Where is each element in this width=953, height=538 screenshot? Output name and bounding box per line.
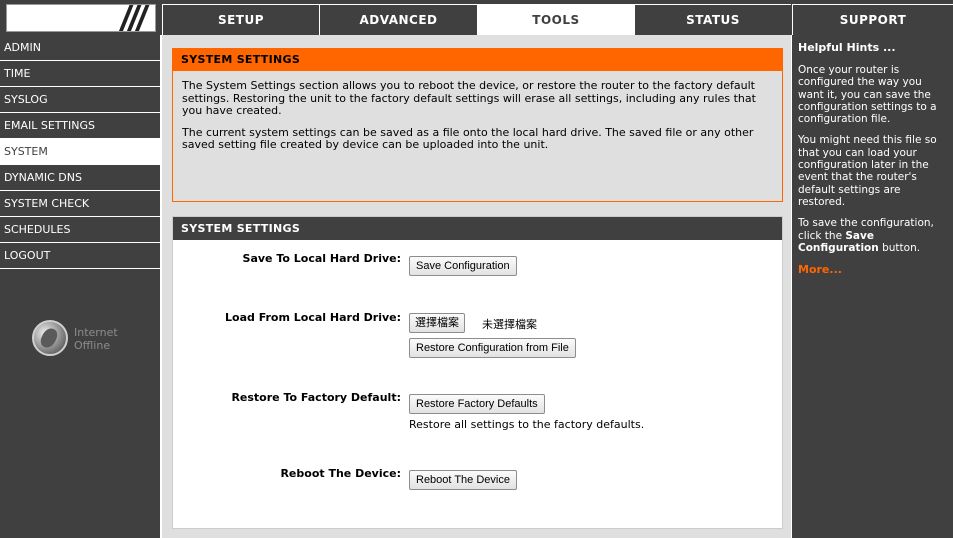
- helpful-hints-panel: Helpful Hints ... Once your router is co…: [792, 35, 953, 538]
- restore-configuration-from-file-button[interactable]: Restore Configuration from File: [409, 338, 576, 358]
- hint-save-config: Once your router is configured the way y…: [798, 64, 937, 126]
- tab-setup[interactable]: SETUP: [162, 4, 319, 35]
- sidebar-item-logout[interactable]: LOGOUT: [0, 243, 160, 269]
- sidebar-item-time[interactable]: TIME: [0, 61, 160, 87]
- globe-icon: [32, 320, 68, 356]
- internet-status-text: Internet Offline: [74, 326, 118, 352]
- settings-panel: SYSTEM SETTINGS Save To Local Hard Drive…: [172, 216, 783, 529]
- reboot-device-button[interactable]: Reboot The Device: [409, 470, 517, 490]
- restore-factory-default-label: Restore To Factory Default:: [231, 391, 401, 404]
- info-panel: SYSTEM SETTINGS The System Settings sect…: [172, 48, 783, 202]
- helpful-hints-title: Helpful Hints ...: [798, 41, 896, 54]
- tab-status[interactable]: STATUS: [634, 4, 791, 35]
- tab-support[interactable]: SUPPORT: [792, 4, 953, 35]
- tab-advanced[interactable]: ADVANCED: [319, 4, 477, 35]
- info-paragraph-save-load: The current system settings can be saved…: [182, 125, 754, 151]
- sidebar: ADMIN TIME SYSLOG EMAIL SETTINGS SYSTEM …: [0, 35, 161, 538]
- save-to-local-label: Save To Local Hard Drive:: [242, 252, 401, 265]
- sidebar-item-system-check[interactable]: SYSTEM CHECK: [0, 191, 160, 217]
- settings-panel-title: SYSTEM SETTINGS: [173, 217, 782, 240]
- tab-tools[interactable]: TOOLS: [477, 4, 634, 35]
- hint-how-to-save: To save the configuration, click the Sav…: [798, 217, 948, 254]
- hint-how-to-save-suffix: button.: [882, 241, 921, 254]
- sidebar-item-dynamic-dns[interactable]: DYNAMIC DNS: [0, 165, 160, 191]
- load-from-local-label: Load From Local Hard Drive:: [225, 311, 401, 324]
- choose-file-button[interactable]: 選擇檔案: [409, 313, 465, 333]
- info-paragraph-reboot-restore: The System Settings section allows you t…: [182, 79, 756, 117]
- brand-logo: [6, 4, 156, 32]
- sidebar-item-admin[interactable]: ADMIN: [0, 35, 160, 61]
- restore-factory-note: Restore all settings to the factory defa…: [409, 418, 645, 431]
- no-file-chosen-text: 未選擇檔案: [482, 318, 537, 331]
- top-bar: SETUP ADVANCED TOOLS STATUS SUPPORT: [0, 0, 953, 35]
- main-content: SYSTEM SETTINGS The System Settings sect…: [162, 35, 791, 538]
- hint-more-link[interactable]: More...: [798, 263, 948, 276]
- sidebar-item-schedules[interactable]: SCHEDULES: [0, 217, 160, 243]
- save-configuration-button[interactable]: Save Configuration: [409, 256, 517, 276]
- reboot-device-label: Reboot The Device:: [280, 467, 401, 480]
- info-panel-title: SYSTEM SETTINGS: [173, 49, 782, 71]
- main-tabs: SETUP ADVANCED TOOLS STATUS: [162, 4, 791, 35]
- sidebar-item-email-settings[interactable]: EMAIL SETTINGS: [0, 113, 160, 139]
- restore-factory-defaults-button[interactable]: Restore Factory Defaults: [409, 394, 545, 414]
- sidebar-item-syslog[interactable]: SYSLOG: [0, 87, 160, 113]
- hint-load-config: You might need this file so that you can…: [798, 134, 937, 208]
- internet-status-indicator: Internet Offline: [32, 320, 152, 360]
- sidebar-item-system[interactable]: SYSTEM: [0, 139, 160, 165]
